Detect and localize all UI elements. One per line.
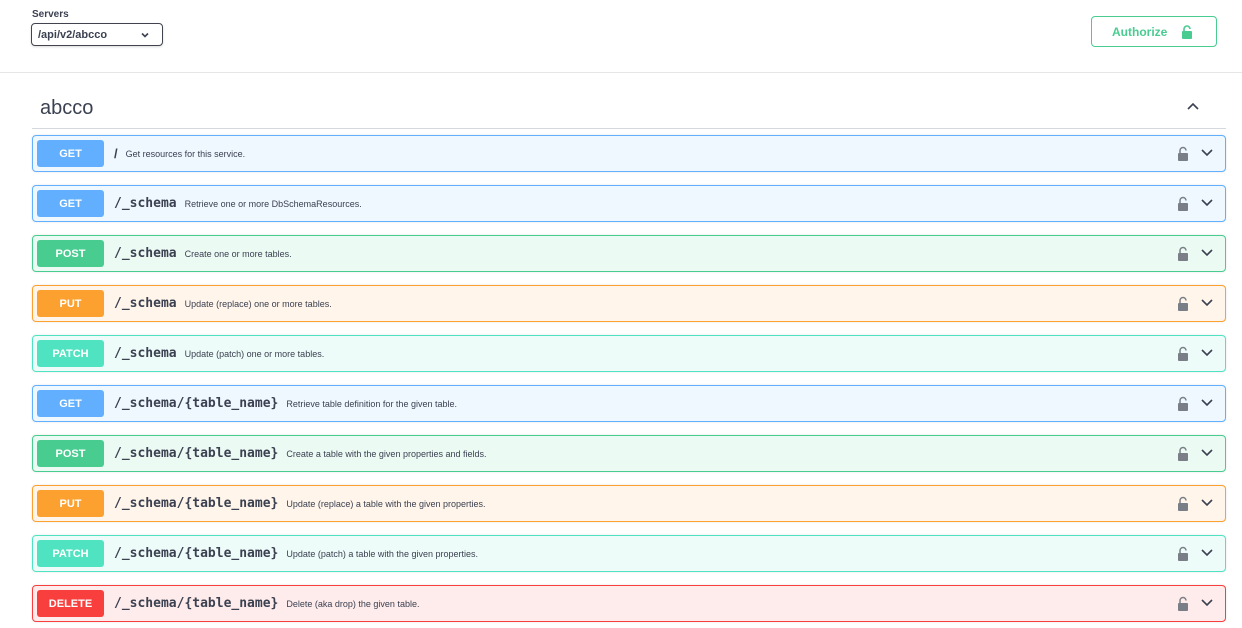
- operation-row[interactable]: POST /_schema/{table_name} Create a tabl…: [32, 435, 1226, 472]
- operation-summary: Delete (aka drop) the given table.: [286, 598, 420, 609]
- operation-path: /: [114, 146, 118, 161]
- chevron-down-icon[interactable]: [1200, 348, 1214, 358]
- operation-row[interactable]: PUT /_schema Update (replace) one or mor…: [32, 285, 1226, 322]
- method-badge: PATCH: [37, 540, 104, 567]
- chevron-down-icon[interactable]: [1200, 548, 1214, 558]
- method-badge: PUT: [37, 290, 104, 317]
- method-badge: GET: [37, 390, 104, 417]
- operation-row[interactable]: DELETE /_schema/{table_name} Delete (aka…: [32, 585, 1226, 622]
- operation-path: /_schema: [114, 346, 177, 361]
- server-select-value: /api/v2/abcco: [38, 28, 108, 41]
- operation-row[interactable]: PUT /_schema/{table_name} Update (replac…: [32, 485, 1226, 522]
- operation-summary: Update (patch) a table with the given pr…: [286, 548, 478, 559]
- lock-icon[interactable]: [1177, 246, 1189, 261]
- lock-icon[interactable]: [1177, 446, 1189, 461]
- chevron-down-icon: [141, 32, 149, 38]
- chevron-down-icon[interactable]: [1200, 198, 1214, 208]
- operation-path: /_schema: [114, 296, 177, 311]
- lock-icon[interactable]: [1177, 546, 1189, 561]
- operation-row[interactable]: GET /_schema/{table_name} Retrieve table…: [32, 385, 1226, 422]
- lock-icon[interactable]: [1177, 346, 1189, 361]
- operation-path: /_schema/{table_name}: [114, 396, 279, 411]
- operation-row[interactable]: GET /_schema Retrieve one or more DbSche…: [32, 185, 1226, 222]
- operation-row[interactable]: PATCH /_schema Update (patch) one or mor…: [32, 335, 1226, 372]
- header-divider: [0, 72, 1242, 73]
- operation-row[interactable]: GET / Get resources for this service.: [32, 135, 1226, 172]
- server-select[interactable]: /api/v2/abcco: [31, 23, 163, 46]
- operation-summary: Create one or more tables.: [184, 248, 292, 259]
- operation-row[interactable]: PATCH /_schema/{table_name} Update (patc…: [32, 535, 1226, 572]
- lock-icon[interactable]: [1177, 396, 1189, 411]
- operation-path: /_schema: [114, 246, 177, 261]
- lock-icon[interactable]: [1177, 196, 1189, 211]
- chevron-down-icon[interactable]: [1200, 148, 1214, 158]
- method-badge: PATCH: [37, 340, 104, 367]
- operation-path: /_schema/{table_name}: [114, 496, 279, 511]
- method-badge: POST: [37, 240, 104, 267]
- method-badge: DELETE: [37, 590, 104, 617]
- servers-label: Servers: [32, 9, 69, 20]
- lock-icon[interactable]: [1177, 596, 1189, 611]
- operation-row[interactable]: POST /_schema Create one or more tables.: [32, 235, 1226, 272]
- chevron-down-icon[interactable]: [1200, 448, 1214, 458]
- tag-divider: [32, 128, 1226, 129]
- operation-summary: Retrieve one or more DbSchemaResources.: [184, 198, 362, 209]
- operation-summary: Get resources for this service.: [125, 148, 246, 159]
- operation-summary: Create a table with the given properties…: [286, 448, 487, 459]
- chevron-down-icon[interactable]: [1200, 498, 1214, 508]
- lock-icon[interactable]: [1177, 146, 1189, 161]
- chevron-down-icon[interactable]: [1200, 298, 1214, 308]
- operation-path: /_schema/{table_name}: [114, 446, 279, 461]
- operation-path: /_schema/{table_name}: [114, 546, 279, 561]
- method-badge: GET: [37, 190, 104, 217]
- authorize-label: Authorize: [1112, 24, 1168, 39]
- operation-summary: Retrieve table definition for the given …: [286, 398, 457, 409]
- chevron-down-icon[interactable]: [1200, 248, 1214, 258]
- tag-title: abcco: [40, 97, 94, 119]
- method-badge: PUT: [37, 490, 104, 517]
- method-badge: POST: [37, 440, 104, 467]
- operation-path: /_schema: [114, 196, 177, 211]
- chevron-down-icon[interactable]: [1200, 398, 1214, 408]
- lock-icon[interactable]: [1177, 496, 1189, 511]
- lock-open-icon: [1182, 24, 1193, 39]
- lock-icon[interactable]: [1177, 296, 1189, 311]
- operation-summary: Update (patch) one or more tables.: [184, 348, 325, 359]
- authorize-button[interactable]: Authorize: [1091, 16, 1217, 47]
- operation-summary: Update (replace) a table with the given …: [286, 498, 486, 509]
- operations-list: GET / Get resources for this service. GE…: [32, 135, 1226, 628]
- chevron-up-icon[interactable]: [1186, 101, 1200, 111]
- method-badge: GET: [37, 140, 104, 167]
- operation-path: /_schema/{table_name}: [114, 596, 279, 611]
- chevron-down-icon[interactable]: [1200, 598, 1214, 608]
- operation-summary: Update (replace) one or more tables.: [184, 298, 332, 309]
